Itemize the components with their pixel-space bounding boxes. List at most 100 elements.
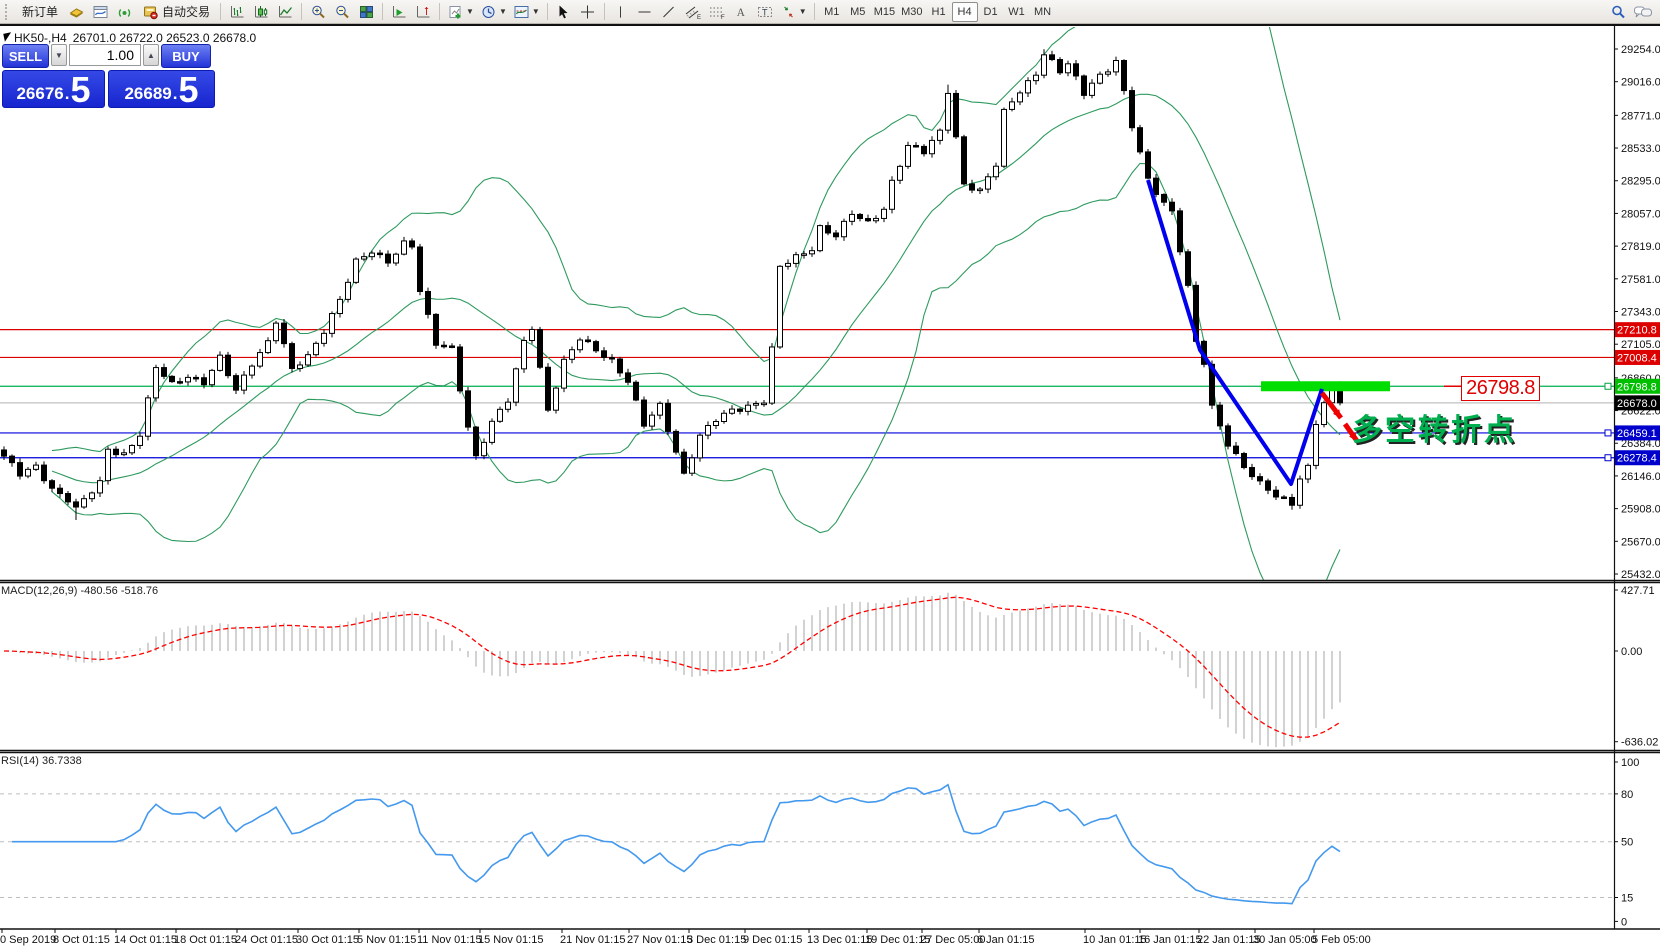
line-handle[interactable] [1605,430,1611,436]
channel-button[interactable]: E [681,2,705,22]
chart-symbol-period: HK50-,H4 [14,31,67,45]
sell-price-main: 26676 [16,85,63,102]
chart-title: HK50-,H426701.0 26722.0 26523.0 26678.0 [14,31,256,45]
chevron-down-icon: ▼ [532,7,540,16]
timeframe-button-mn[interactable]: MN [1030,2,1056,22]
bar-chart-icon [229,4,246,20]
crosshair-button[interactable] [576,2,600,22]
svg-text:21 Nov 01:15: 21 Nov 01:15 [560,934,625,946]
auto-scroll-button[interactable] [387,2,411,22]
svg-text:-636.02: -636.02 [1621,737,1658,749]
timeframe-button-m30[interactable]: M30 [898,2,925,22]
arrows-dropdown[interactable]: ▼ [777,2,810,22]
cursor-button[interactable] [552,2,576,22]
vertical-line-button[interactable] [609,2,633,22]
text-label-icon: T [756,4,774,20]
sell-button[interactable]: SELL [2,44,49,68]
svg-text:15 Nov 01:15: 15 Nov 01:15 [478,934,543,946]
svg-text:27 Dec 05:00: 27 Dec 05:00 [920,934,985,946]
timeframe-button-h1[interactable]: H1 [926,2,952,22]
svg-text:5 Nov 01:15: 5 Nov 01:15 [357,934,416,946]
sell-price-display[interactable]: 26676 . 5 [2,70,105,108]
svg-text:24 Oct 01:15: 24 Oct 01:15 [235,934,298,946]
timeframe-button-m5[interactable]: M5 [845,2,871,22]
signals-button[interactable] [112,2,136,22]
chat-icon [1633,4,1653,20]
buy-button[interactable]: BUY [161,44,211,68]
autotrading-button[interactable]: 自动交易 [136,2,216,22]
svg-text:50: 50 [1621,837,1633,849]
price-callout-label[interactable]: 26798.8 [1461,376,1540,401]
zoom-in-button[interactable] [306,2,330,22]
candlestick-button[interactable] [249,2,273,22]
horizontal-line-icon [636,4,653,20]
price-axis[interactable]: 29254.029016.028771.028533.028295.028057… [1614,44,1660,581]
svg-text:13 Dec 01:15: 13 Dec 01:15 [807,934,872,946]
new-chart-dropdown[interactable]: ▼ [444,2,477,22]
market-watch-button[interactable] [64,2,88,22]
auto-scroll-icon [391,4,408,20]
zoom-out-button[interactable] [330,2,354,22]
timeframe-button-m15[interactable]: M15 [871,2,898,22]
collapse-arrow-icon[interactable] [3,32,12,41]
horizontal-line-button[interactable] [633,2,657,22]
chat-button[interactable] [1630,2,1656,22]
time-axis[interactable]: 0 Sep 20198 Oct 01:1514 Oct 01:1518 Oct … [0,929,1371,946]
line-handle[interactable] [1605,383,1611,389]
buy-price-frac: 5 [178,75,198,105]
text-label-button[interactable]: T [753,2,777,22]
svg-text:16 Jan 01:15: 16 Jan 01:15 [1138,934,1202,946]
new-order-button[interactable]: 新订单 [16,2,64,22]
templates-dropdown[interactable]: ▼ [510,2,543,22]
cursor-icon [555,4,572,20]
fibonacci-button[interactable]: F [705,2,729,22]
tile-windows-button[interactable] [354,2,378,22]
svg-text:27 Nov 01:15: 27 Nov 01:15 [627,934,692,946]
turning-point-annotation[interactable]: 多空转折点 [1352,405,1517,449]
chart-shift-button[interactable] [411,2,435,22]
one-click-trade-panel: SELL ▼ 1.00 ▲ BUY 26676 . 5 26689 . 5 [2,44,218,108]
trendline-button[interactable] [657,2,681,22]
volume-increase-button[interactable]: ▲ [143,44,159,66]
bar-chart-button[interactable] [225,2,249,22]
toolbar-grip[interactable] [5,4,12,20]
chevron-down-icon: ▼ [466,7,474,16]
support-zone-box [1261,381,1390,391]
periods-dropdown[interactable]: ▼ [477,2,510,22]
timeframe-button-h4[interactable]: H4 [952,2,978,22]
timeframe-button-w1[interactable]: W1 [1004,2,1030,22]
text-button[interactable]: A [729,2,753,22]
svg-text:5 Feb 05:00: 5 Feb 05:00 [1312,934,1371,946]
line-handle[interactable] [1605,455,1611,461]
line-chart-button[interactable] [273,2,297,22]
search-icon [1610,4,1627,20]
svg-text:8 Oct 01:15: 8 Oct 01:15 [53,934,110,946]
buy-price-display[interactable]: 26689 . 5 [108,70,215,108]
search-button[interactable] [1606,2,1630,22]
bollinger-bands [52,0,1340,614]
sell-price-dot: . [65,85,70,102]
timeframe-button-d1[interactable]: D1 [978,2,1004,22]
macd-signal-line [4,597,1340,737]
chevron-down-icon: ▼ [499,7,507,16]
volume-input[interactable]: 1.00 [69,44,141,66]
volume-decrease-button[interactable]: ▼ [51,44,67,66]
zigzag-trendline [1148,180,1322,484]
svg-text:25432.0: 25432.0 [1621,569,1660,581]
profiles-button[interactable] [88,2,112,22]
new-chart-icon [447,4,464,20]
crosshair-icon [579,4,596,20]
buy-price-dot: . [173,85,178,102]
chart-canvas[interactable]: 29254.029016.028771.028533.028295.028057… [0,0,1660,946]
chart-shift-icon [415,4,432,20]
timeframe-button-m1[interactable]: M1 [819,2,845,22]
svg-text:26146.0: 26146.0 [1621,471,1660,483]
sell-price-frac: 5 [70,75,90,105]
autotrading-label: 自动交易 [162,3,210,20]
svg-text:14 Oct 01:15: 14 Oct 01:15 [114,934,177,946]
svg-text:30 Oct 01:15: 30 Oct 01:15 [296,934,359,946]
buy-price-main: 26689 [124,85,171,102]
svg-text:28295.0: 28295.0 [1621,176,1660,188]
svg-text:100: 100 [1621,757,1639,769]
svg-text:T: T [762,7,768,17]
